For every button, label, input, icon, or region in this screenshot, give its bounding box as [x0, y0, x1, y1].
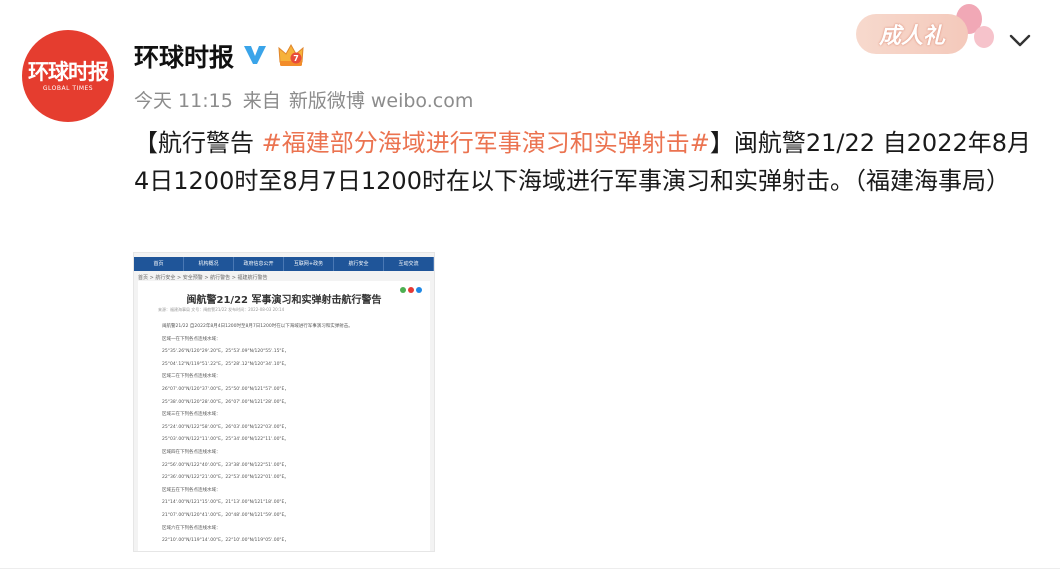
- post-meta: 今天 11:15 来自 新版微博 weibo.com: [134, 86, 483, 113]
- thumb-doc-line: 22°56'.00"N/122°40'.00"E，23°38'.00"N/122…: [162, 462, 289, 468]
- thumb-nav-item: 互联网+政务: [284, 257, 334, 271]
- thumb-doc-title: 闽航警21/22 军事演习和实弹射击航行警告: [186, 295, 382, 306]
- thumb-doc-meta: 来源：福建海事局 文号：闽航警21/22 发布时间：2022-08-03 20:…: [158, 307, 285, 312]
- post-time: 今天 11:15: [134, 90, 233, 112]
- thumb-doc-line: 闽航警21/22 自2022年8月4日1200时至8月7日1200时在以下海域进…: [162, 324, 353, 329]
- thumb-nav-item: 政府信息公开: [234, 257, 284, 271]
- thumb-nav-item: 机构概况: [184, 257, 234, 271]
- thumb-doc-line: 26°07'.00"N/120°37'.00"E，25°50'.00"N/121…: [162, 387, 289, 392]
- thumb-doc-line: 22°10'.00"N/119°14'.00"E，22°10'.00"N/119…: [162, 538, 289, 544]
- post-source[interactable]: 新版微博 weibo.com: [289, 90, 474, 112]
- avatar-logo-text: 环球时报: [28, 59, 109, 84]
- thumb-breadcrumb: 首页 > 航行安全 > 安全预警 > 航行警告 > 福建航行警告: [138, 275, 268, 281]
- hashtag-link[interactable]: #福建部分海域进行军事演习和实弹射击#: [262, 129, 710, 157]
- share-icon: [416, 287, 422, 293]
- share-icon: [408, 287, 414, 293]
- thumb-doc-line: 25°35'.26"N/120°29'.20"E，25°53'.09"N/120…: [162, 349, 289, 355]
- thumb-navbar: 首页 机构概况 政府信息公开 互联网+政务 航行安全 互动交流: [134, 257, 434, 271]
- crown-icon: 7: [278, 43, 304, 66]
- thumb-doc-line: 22°36'.00"N/122°21'.00"E，22°53'.00"N/122…: [162, 475, 289, 481]
- verified-icon: [244, 46, 266, 64]
- thumb-doc-line: 25°04'.12"N/119°51'.22"E，25°28'.12"N/120…: [162, 361, 289, 367]
- thumb-nav-item: 首页: [134, 257, 184, 271]
- divider: [0, 568, 1060, 569]
- thumb-doc-line: 21°07'.00"N/120°41'.00"E，20°48'.00"N/121…: [162, 513, 289, 518]
- thumb-doc-line: 区域一在下列各点连线水域：: [162, 336, 221, 342]
- thumb-doc-line: 区域三在下列各点连线水域：: [162, 412, 221, 418]
- thumb-doc-line: 区域六在下列各点连线水域：: [162, 525, 221, 531]
- thumb-doc-line: 25°24'.00"N/122°58'.00"E，26°03'.00"N/122…: [162, 424, 289, 430]
- post-prefix: 【航行警告: [134, 129, 262, 157]
- thumb-doc-line: 区域五在下列各点连线水域：: [162, 487, 221, 493]
- avatar[interactable]: 环球时报 GLOBAL TIMES: [22, 30, 114, 122]
- balloon-decoration: [974, 26, 994, 48]
- thumb-document: 闽航警21/22 军事演习和实弹射击航行警告 来源：福建海事局 文号：闽航警21…: [138, 281, 430, 551]
- thumb-doc-line: 区域四在下列各点连线水域：: [162, 450, 221, 455]
- post-text: 【航行警告 #福建部分海域进行军事演习和实弹射击#】闽航警21/22 自2022…: [134, 124, 1034, 200]
- avatar-logo-en: GLOBAL TIMES: [42, 85, 94, 92]
- thumb-nav-item: 航行安全: [334, 257, 384, 271]
- chevron-down-icon[interactable]: [1008, 30, 1032, 50]
- thumb-doc-line: 21°14'.00"N/121°15'.00"E，21°13'.00"N/121…: [162, 500, 289, 506]
- share-icon: [400, 287, 406, 293]
- attached-image[interactable]: 首页 机构概况 政府信息公开 互联网+政务 航行安全 互动交流 首页 > 航行安…: [133, 252, 435, 552]
- svg-text:7: 7: [293, 54, 299, 63]
- account-name[interactable]: 环球时报: [134, 38, 234, 74]
- thumb-doc-line: 区域二在下列各点连线水域：: [162, 374, 221, 380]
- source-prefix: 来自: [242, 90, 281, 112]
- thumb-doc-line: 25°03'.00"N/122°11'.00"E，25°34'.00"N/122…: [162, 437, 289, 443]
- thumb-doc-line: 25°38'.00"N/120°28'.00"E，26°07'.00"N/121…: [162, 399, 289, 405]
- coming-of-age-badge[interactable]: 成人礼: [856, 14, 968, 54]
- thumb-nav-item: 互动交流: [384, 257, 434, 271]
